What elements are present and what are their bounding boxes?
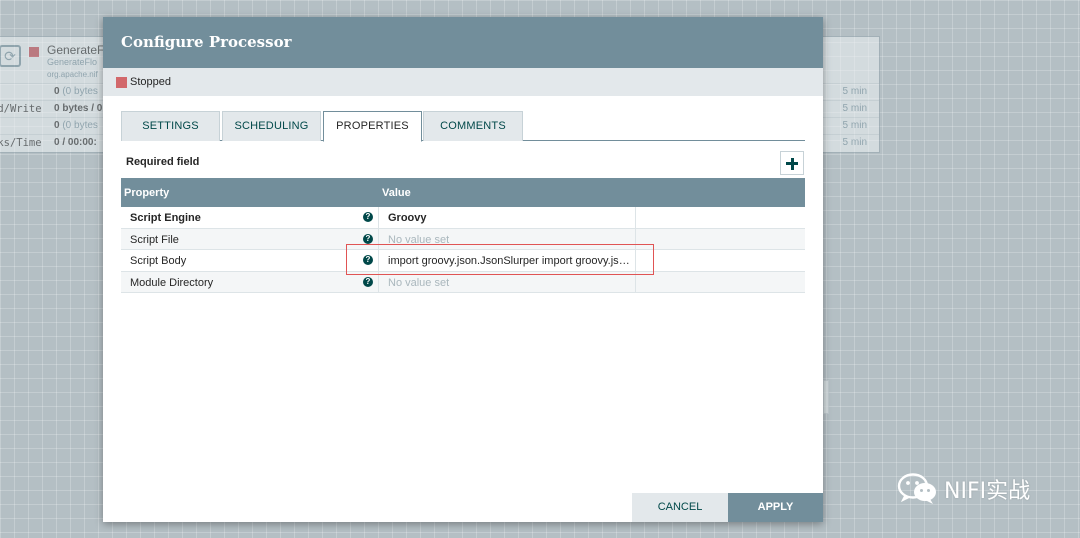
table-row[interactable]: Script Engine ? Groovy (121, 207, 805, 229)
property-name: Script Body (130, 255, 187, 267)
stopped-status-icon (29, 47, 39, 57)
dialog-header: Configure Processor (103, 17, 823, 68)
tab-settings[interactable]: SETTINGS (121, 111, 220, 141)
watermark: NIFI实战 (897, 472, 1030, 506)
table-row[interactable]: Script Body ? import groovy.json.JsonSlu… (121, 250, 805, 272)
add-property-button[interactable] (780, 151, 804, 175)
column-header-property: Property (124, 187, 170, 199)
processor-type: GenerateFlo (47, 57, 98, 67)
wechat-icon (897, 473, 936, 504)
required-field-label: Required field (126, 156, 200, 168)
apply-button[interactable]: APPLY (728, 493, 823, 522)
column-header-value: Value (382, 187, 411, 199)
property-value[interactable]: No value set (388, 234, 633, 246)
properties-table: Property Value Script Engine ? Groovy Sc… (121, 178, 805, 293)
dialog-title: Configure Processor (121, 33, 292, 51)
status-bar: Stopped (103, 68, 823, 96)
table-row[interactable]: Module Directory ? No value set (121, 271, 805, 293)
cancel-button[interactable]: CANCEL (632, 493, 728, 522)
watermark-text: NIFI实战 (944, 479, 1031, 504)
stopped-status-icon (116, 76, 127, 88)
processor-bundle: org.apache.nif (47, 70, 98, 79)
tab-scheduling[interactable]: SCHEDULING (222, 111, 321, 141)
property-value[interactable]: Groovy (388, 212, 633, 224)
table-row[interactable]: Script File ? No value set (121, 228, 805, 250)
processor-icon: ⟳ (0, 45, 21, 67)
tab-properties[interactable]: PROPERTIES (323, 111, 422, 142)
processor-name: GenerateF (47, 43, 105, 57)
table-header: Property Value (121, 178, 805, 207)
help-icon[interactable]: ? (363, 276, 373, 287)
canvas-element (823, 380, 829, 414)
help-icon[interactable]: ? (363, 212, 373, 222)
configure-processor-dialog: Configure Processor Stopped SETTINGS SCH… (103, 17, 823, 522)
help-icon[interactable]: ? (363, 233, 373, 244)
status-text: Stopped (130, 76, 171, 88)
help-icon[interactable]: ? (363, 255, 373, 265)
property-value[interactable]: import groovy.json.JsonSlurper import gr… (388, 255, 633, 267)
property-name: Script File (130, 233, 179, 246)
property-name: Module Directory (130, 276, 214, 289)
tab-comments[interactable]: COMMENTS (423, 111, 523, 141)
property-name: Script Engine (130, 212, 201, 224)
property-value[interactable]: No value set (388, 277, 633, 289)
tab-bar: SETTINGS SCHEDULING PROPERTIES COMMENTS (121, 111, 805, 142)
